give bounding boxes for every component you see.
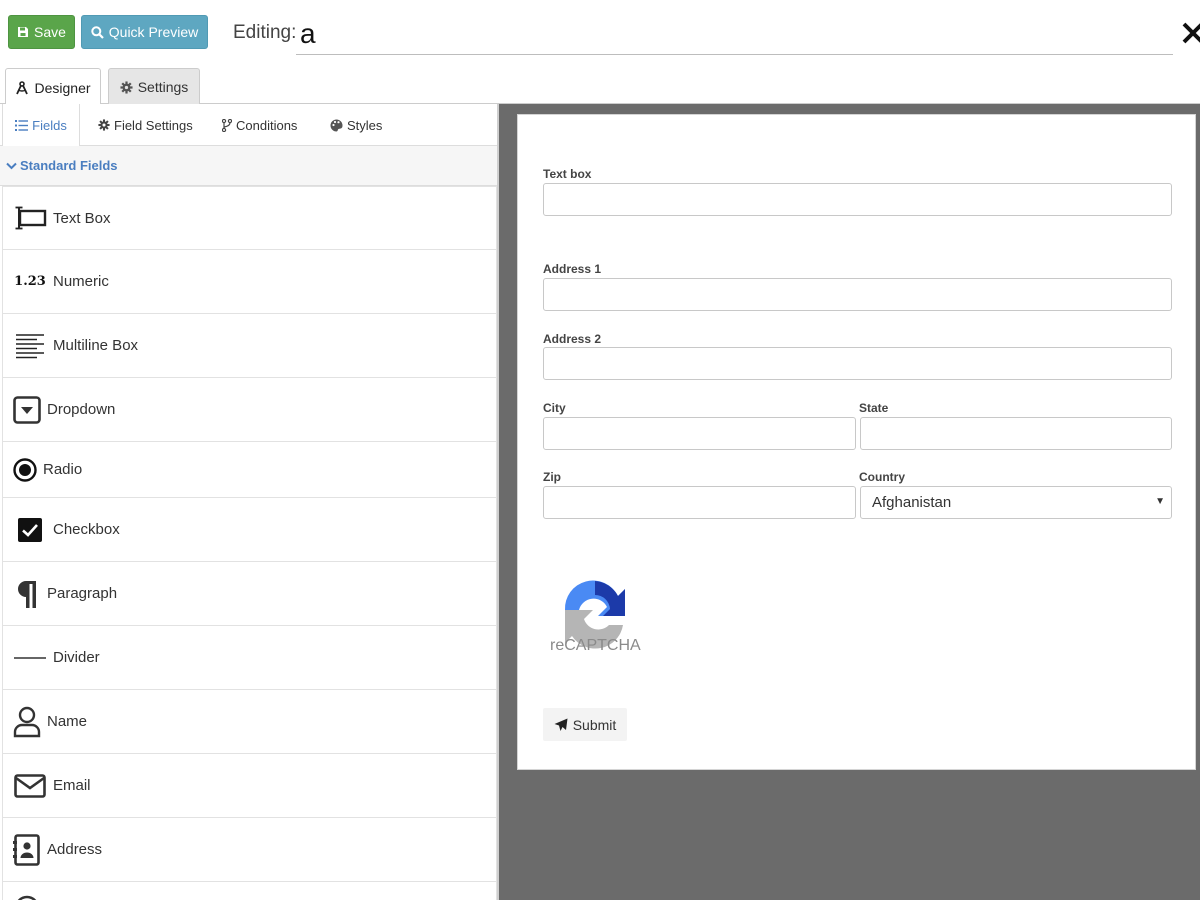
fields-panel: Fields Field Settings Conditions Styles … bbox=[0, 104, 499, 900]
subtab-styles-label: Styles bbox=[347, 117, 383, 133]
checkbox-icon bbox=[13, 513, 47, 547]
quick-preview-button[interactable]: Quick Preview bbox=[81, 15, 208, 49]
gear-icon bbox=[120, 80, 133, 94]
select-caret-icon: ▼ bbox=[1155, 496, 1165, 507]
tab-settings[interactable]: Settings bbox=[108, 68, 200, 105]
standard-fields-title: Standard Fields bbox=[20, 158, 118, 173]
text-box-input[interactable] bbox=[543, 183, 1172, 216]
numeric-glyph: 1.23 bbox=[14, 274, 46, 289]
text-box-label: Text box bbox=[543, 167, 592, 181]
divider-icon bbox=[13, 641, 47, 675]
branch-icon bbox=[222, 118, 232, 132]
city-input[interactable] bbox=[543, 417, 856, 450]
field-label: Divider bbox=[53, 649, 100, 666]
form-canvas: Text box Address 1 Address 2 City State … bbox=[499, 104, 1200, 900]
multiline-icon bbox=[13, 329, 47, 363]
tab-settings-label: Settings bbox=[137, 79, 189, 95]
field-item-text-box[interactable]: Text Box bbox=[2, 186, 497, 250]
zip-label: Zip bbox=[543, 470, 561, 484]
quick-preview-label: Quick Preview bbox=[108, 24, 199, 40]
subtab-styles[interactable]: Styles bbox=[330, 104, 382, 146]
text-box-icon bbox=[13, 201, 47, 235]
user-icon bbox=[13, 705, 41, 739]
field-label: Numeric bbox=[53, 273, 109, 290]
floppy-disk-icon bbox=[18, 27, 29, 37]
radio-icon bbox=[13, 453, 37, 487]
palette-icon bbox=[330, 119, 343, 131]
chevron-down-icon bbox=[6, 162, 17, 169]
field-item-radio[interactable]: Radio bbox=[2, 442, 497, 498]
paper-plane-icon bbox=[554, 718, 568, 731]
field-label: Address bbox=[47, 841, 103, 858]
paragraph-icon bbox=[13, 577, 41, 611]
tab-designer[interactable]: Designer bbox=[5, 68, 101, 106]
state-input[interactable] bbox=[860, 417, 1172, 450]
save-button[interactable]: Save bbox=[8, 15, 75, 49]
form-preview: Text box Address 1 Address 2 City State … bbox=[517, 114, 1196, 770]
field-label: Email bbox=[53, 777, 91, 794]
field-item-paragraph[interactable]: Paragraph bbox=[2, 562, 497, 626]
compass-icon bbox=[16, 80, 29, 94]
submit-label: Submit bbox=[572, 716, 617, 733]
city-label: City bbox=[543, 401, 566, 415]
sub-tabs: Fields Field Settings Conditions Styles bbox=[0, 104, 497, 147]
zip-input[interactable] bbox=[543, 486, 856, 519]
state-label: State bbox=[859, 401, 889, 415]
subtab-conditions-label: Conditions bbox=[236, 117, 298, 133]
subtab-fields[interactable]: Fields bbox=[2, 104, 80, 147]
field-item-multiline-box[interactable]: Multiline Box bbox=[2, 314, 497, 378]
address2-label: Address 2 bbox=[543, 332, 602, 346]
field-item-divider[interactable]: Divider bbox=[2, 626, 497, 690]
address2-input[interactable] bbox=[543, 347, 1172, 380]
form-name-input[interactable] bbox=[296, 14, 1173, 55]
save-label: Save bbox=[34, 24, 66, 40]
field-item-name[interactable]: Name bbox=[2, 690, 497, 754]
dropdown-icon bbox=[13, 393, 41, 427]
field-item-checkbox[interactable]: Checkbox bbox=[2, 498, 497, 562]
field-label: Radio bbox=[43, 461, 83, 478]
subtab-field-settings[interactable]: Field Settings bbox=[98, 104, 193, 146]
field-label: Paragraph bbox=[47, 585, 118, 602]
address1-label: Address 1 bbox=[543, 262, 602, 276]
field-label: Text Box bbox=[53, 209, 111, 227]
subtab-fields-label: Fields bbox=[32, 117, 67, 133]
subtab-field-settings-label: Field Settings bbox=[114, 117, 193, 133]
field-list: Text Box 1.23 Numeric Multiline Box Drop… bbox=[2, 186, 497, 900]
main-tabs: Designer Settings bbox=[0, 66, 1200, 106]
address1-input[interactable] bbox=[543, 278, 1172, 311]
close-icon[interactable] bbox=[1180, 16, 1200, 48]
recaptcha-text: reCAPTCHA bbox=[550, 637, 641, 654]
gear-icon bbox=[98, 119, 110, 131]
top-toolbar: Save Quick Preview Editing: bbox=[0, 0, 1200, 66]
partial-item-icon bbox=[13, 880, 41, 900]
field-item-numeric[interactable]: 1.23 Numeric bbox=[2, 250, 497, 314]
field-label: Dropdown bbox=[47, 401, 116, 418]
search-icon bbox=[91, 25, 104, 39]
subtab-conditions[interactable]: Conditions bbox=[222, 104, 297, 146]
field-label: Multiline Box bbox=[53, 337, 139, 354]
field-label: Name bbox=[47, 713, 88, 730]
field-item-partial[interactable] bbox=[2, 882, 497, 900]
list-icon bbox=[15, 119, 29, 131]
field-label: Checkbox bbox=[53, 521, 120, 538]
country-label: Country bbox=[859, 470, 905, 484]
numeric-icon: 1.23 bbox=[13, 265, 47, 299]
standard-fields-header[interactable]: Standard Fields bbox=[0, 146, 497, 186]
tab-designer-label: Designer bbox=[34, 79, 91, 96]
field-item-dropdown[interactable]: Dropdown bbox=[2, 378, 497, 442]
envelope-icon bbox=[13, 769, 47, 803]
country-value: Afghanistan bbox=[872, 494, 952, 511]
country-select[interactable]: Afghanistan ▼ bbox=[860, 486, 1172, 519]
submit-button[interactable]: Submit bbox=[543, 708, 627, 741]
editing-label: Editing: bbox=[233, 22, 297, 43]
address-book-icon bbox=[13, 833, 41, 867]
field-item-email[interactable]: Email bbox=[2, 754, 497, 818]
field-item-address[interactable]: Address bbox=[2, 818, 497, 882]
